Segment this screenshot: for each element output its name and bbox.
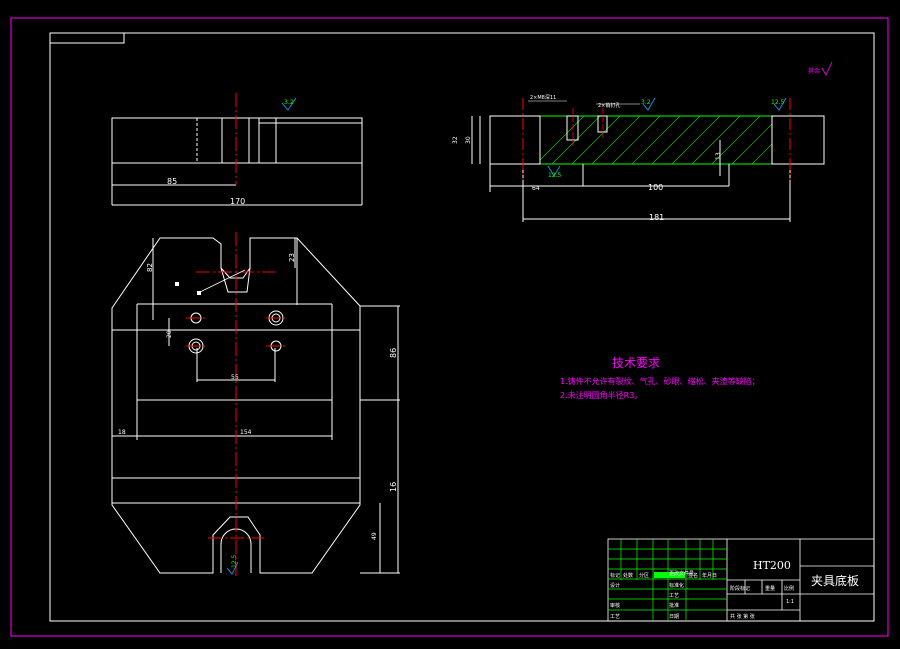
dim-100: 100 xyxy=(648,183,663,192)
tb-label-sheets: 共 张 第 张 xyxy=(730,613,755,620)
engineering-drawing: 其余 3.2 85 170 2×M8深11 2×销钉孔 3.2 12.5 12.… xyxy=(10,17,889,637)
dim-13: 13 xyxy=(715,152,722,160)
section-view xyxy=(471,97,825,222)
title-block-grid xyxy=(608,539,727,621)
tb-label-approve: 批准 xyxy=(669,602,679,609)
leader-marker-2 xyxy=(197,291,201,295)
section-roughness-c: 12.5 xyxy=(548,172,562,179)
dim-86: 86 xyxy=(389,348,398,358)
tb-label-stage: 阶段标记 xyxy=(730,585,750,592)
dim-181: 181 xyxy=(649,213,664,222)
front-view xyxy=(111,117,363,206)
tb-label-design: 设计 xyxy=(610,582,620,589)
top-roughness-value: 12.5 xyxy=(231,554,238,568)
dim-16: 16 xyxy=(389,482,398,492)
requirement-2: 2.未注明圆角半径R3。 xyxy=(560,390,642,400)
front-roughness-value: 3.2 xyxy=(284,99,294,106)
dim-85: 85 xyxy=(167,177,177,186)
drawing-number-box xyxy=(49,32,125,44)
svg-text:其余: 其余 xyxy=(808,67,820,75)
dim-30: 30 xyxy=(465,136,472,144)
section-roughness-a: 3.2 xyxy=(641,99,651,106)
tb-label-weight: 重量 xyxy=(765,585,775,592)
inner-border xyxy=(49,32,875,622)
hole-note-2: 2×销钉孔 xyxy=(598,102,620,109)
tb-scale: 1:1 xyxy=(786,599,794,605)
tb-material: HT200 xyxy=(753,559,791,572)
drawing-canvas: 其余 3.2 85 170 2×M8深11 2×销钉孔 3.2 12.5 12.… xyxy=(0,0,900,649)
dim-154: 154 xyxy=(240,429,252,436)
top-view-centerlines xyxy=(186,232,286,576)
dim-32: 32 xyxy=(452,136,459,144)
hole-note-1: 2×M8深11 xyxy=(530,94,556,101)
tb-label-scale: 比例 xyxy=(784,585,794,592)
tb-label-docno: 更改文件号 xyxy=(669,570,694,577)
roughness-note: 其余 xyxy=(808,61,833,76)
tb-label-craft: 工艺 xyxy=(610,614,620,620)
dim-23: 23 xyxy=(288,253,296,262)
requirements-title: 技术要求 xyxy=(612,356,660,370)
dim-55: 55 xyxy=(231,374,239,381)
requirement-1: 1.铸件不允许有裂纹、气孔、砂眼、缩松、夹渣等缺陷； xyxy=(560,376,760,386)
outer-border xyxy=(10,17,889,637)
tb-part-name: 夹具底板 xyxy=(811,573,859,588)
dim-170: 170 xyxy=(230,197,245,206)
tb-label-count: 处数 xyxy=(623,572,633,579)
dim-18: 18 xyxy=(118,429,126,436)
dim-64: 64 xyxy=(532,185,540,192)
tb-label-date: 日期 xyxy=(669,614,679,620)
tb-label-process: 工艺 xyxy=(669,593,679,599)
section-roughness-b: 12.5 xyxy=(771,99,785,106)
tb-label-mark: 标记 xyxy=(610,572,620,579)
tb-label-std: 标准化 xyxy=(669,582,684,589)
tb-label-review: 审核 xyxy=(610,602,620,609)
dim-20: 20 xyxy=(166,330,173,338)
dim-82: 82 xyxy=(146,263,154,272)
leader-marker-1 xyxy=(175,282,179,286)
top-view xyxy=(111,237,400,574)
dim-49: 49 xyxy=(371,532,378,540)
tb-label-year: 年月日 xyxy=(702,572,717,579)
tb-label-zone: 分区 xyxy=(639,572,649,579)
